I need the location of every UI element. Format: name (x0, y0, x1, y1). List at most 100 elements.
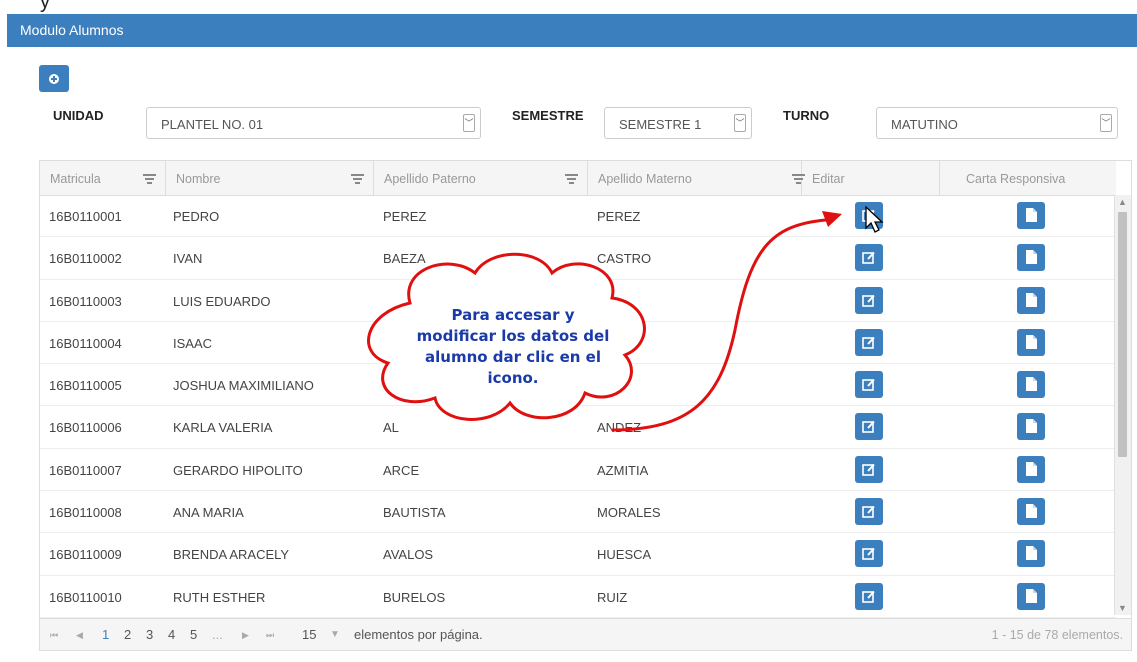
first-page-icon[interactable]: ⏮ (50, 630, 58, 641)
top-strip: y (0, 0, 1137, 14)
grid-scrollbar[interactable]: ▲ ▼ (1114, 195, 1131, 615)
file-icon (1025, 377, 1037, 394)
cell-apellido-materno: PEREZ (597, 209, 641, 224)
carta-responsiva-button[interactable] (1017, 286, 1045, 314)
cell-apellido-materno: HUESCA (597, 547, 652, 563)
carta-responsiva-button[interactable] (1017, 540, 1045, 568)
cell-nombre: JOSHUA MAXIMILIANO (173, 378, 314, 394)
page-size-select[interactable]: 15 (302, 627, 316, 642)
cell-nombre: IVAN (173, 251, 203, 267)
turno-value: MATUTINO (891, 117, 958, 132)
module-title: Modulo Alumnos (20, 22, 124, 38)
semestre-value: SEMESTRE 1 (619, 117, 702, 132)
carta-responsiva-button[interactable] (1017, 498, 1045, 526)
edit-button[interactable] (855, 328, 883, 356)
cell-nombre: LUIS EDUARDO (173, 293, 271, 309)
file-icon (1025, 250, 1037, 267)
page-link[interactable]: 3 (146, 627, 153, 642)
filter-icon[interactable] (565, 174, 578, 184)
file-icon (1025, 292, 1037, 310)
cell-matricula: 16B0110004 (49, 335, 122, 351)
filter-icon[interactable] (351, 174, 364, 184)
pager-info: 1 - 15 de 78 elementos. (991, 628, 1123, 642)
column-header-apellido-materno[interactable]: Apellido Materno (588, 161, 805, 195)
top-text-fragment: y (40, 0, 50, 13)
scroll-down-icon[interactable]: ▼ (1118, 603, 1127, 613)
cell-apellido-paterno: AVALOS (383, 547, 434, 563)
prev-page-icon[interactable]: ◀ (76, 630, 83, 641)
cell-matricula: 16B0110002 (49, 251, 122, 267)
cell-apellido-materno: AZMITIA (597, 462, 649, 478)
file-icon (1025, 504, 1037, 521)
table-row[interactable]: 16B0110009 BRENDA ARACELY AVALOS HUESCA (40, 533, 1116, 576)
module-header: Modulo Alumnos (7, 14, 1137, 47)
cell-matricula: 16B0110007 (49, 462, 122, 478)
column-header-matricula[interactable]: Matricula (40, 161, 166, 195)
edit-button[interactable] (855, 582, 883, 610)
table-row[interactable]: 16B0110001 PEDRO PEREZ PEREZ (40, 195, 1116, 238)
plus-circle-icon (49, 73, 59, 84)
turno-select[interactable]: MATUTINO ﹀ (876, 107, 1118, 139)
semestre-label: SEMESTRE (512, 108, 584, 123)
file-icon (1025, 461, 1037, 479)
edit-button[interactable] (855, 286, 883, 314)
cell-matricula: 16B0110001 (49, 209, 122, 224)
mouse-cursor-icon (865, 206, 884, 233)
edit-button[interactable] (855, 244, 883, 272)
cell-apellido-paterno: BAUTISTA (383, 505, 446, 521)
cell-nombre: KARLA VALERIA (173, 420, 273, 436)
edit-button[interactable] (855, 371, 883, 399)
file-icon (1025, 419, 1037, 436)
cell-matricula: 16B0110010 (49, 589, 122, 605)
carta-responsiva-button[interactable] (1017, 202, 1045, 229)
cell-apellido-paterno: ARCE (383, 462, 420, 478)
file-icon (1025, 334, 1037, 352)
carta-responsiva-button[interactable] (1017, 244, 1045, 272)
cell-matricula: 16B0110008 (49, 505, 122, 521)
cell-nombre: ISAAC (173, 335, 213, 351)
semestre-select[interactable]: SEMESTRE 1 ﹀ (604, 107, 752, 139)
caret-down-icon[interactable]: ▼ (330, 629, 340, 640)
unidad-label: UNIDAD (53, 108, 104, 123)
carta-responsiva-button[interactable] (1017, 413, 1045, 441)
add-student-button[interactable] (39, 65, 69, 92)
column-header-editar: Editar (802, 161, 940, 195)
page-ellipsis[interactable]: ... (212, 627, 223, 642)
carta-responsiva-button[interactable] (1017, 328, 1045, 356)
column-header-apellido-paterno[interactable]: Apellido Paterno (374, 161, 588, 195)
scroll-up-icon[interactable]: ▲ (1118, 197, 1127, 207)
last-page-icon[interactable]: ⏭ (266, 630, 274, 641)
edit-button[interactable] (855, 413, 883, 441)
column-header-nombre[interactable]: Nombre (166, 161, 374, 195)
chevron-down-icon: ﹀ (1100, 114, 1112, 132)
page-link[interactable]: 4 (168, 627, 175, 642)
carta-responsiva-button[interactable] (1017, 455, 1045, 483)
edit-button[interactable] (855, 498, 883, 526)
table-row[interactable]: 16B0110007 GERARDO HIPOLITO ARCE AZMITIA (40, 449, 1116, 492)
column-header-carta-responsiva: Carta Responsiva (966, 172, 1066, 186)
table-row[interactable]: 16B0110010 RUTH ESTHER BURELOS RUIZ (40, 576, 1116, 618)
unidad-select[interactable]: PLANTEL NO. 01 ﹀ (146, 107, 481, 139)
grid-header: Matricula Nombre Apellido Paterno Apelli… (40, 161, 1116, 196)
page-link[interactable]: 1 (102, 627, 109, 642)
cell-matricula: 16B0110005 (49, 378, 122, 394)
table-row[interactable]: 16B0110008 ANA MARIA BAUTISTA MORALES (40, 491, 1116, 534)
page-link[interactable]: 5 (190, 627, 197, 642)
cell-apellido-materno: RUIZ (597, 589, 628, 605)
cell-matricula: 16B0110003 (49, 293, 122, 309)
next-page-icon[interactable]: ▶ (242, 630, 249, 641)
turno-label: TURNO (783, 108, 830, 123)
cell-nombre: RUTH ESTHER (173, 589, 266, 605)
grid-pager: ⏮ ◀ 1 2 3 4 5 ... ▶ ⏭ 15 ▼ elementos por… (39, 619, 1132, 651)
file-icon (1025, 546, 1037, 563)
carta-responsiva-button[interactable] (1017, 582, 1045, 610)
cell-apellido-materno: MORALES (597, 505, 661, 521)
edit-button[interactable] (855, 540, 883, 568)
cell-apellido-paterno: BURELOS (383, 589, 446, 605)
scrollbar-thumb[interactable] (1118, 212, 1127, 457)
filter-icon[interactable] (143, 174, 156, 184)
page-link[interactable]: 2 (124, 627, 131, 642)
edit-button[interactable] (855, 455, 883, 483)
carta-responsiva-button[interactable] (1017, 371, 1045, 399)
file-icon (1025, 208, 1037, 225)
